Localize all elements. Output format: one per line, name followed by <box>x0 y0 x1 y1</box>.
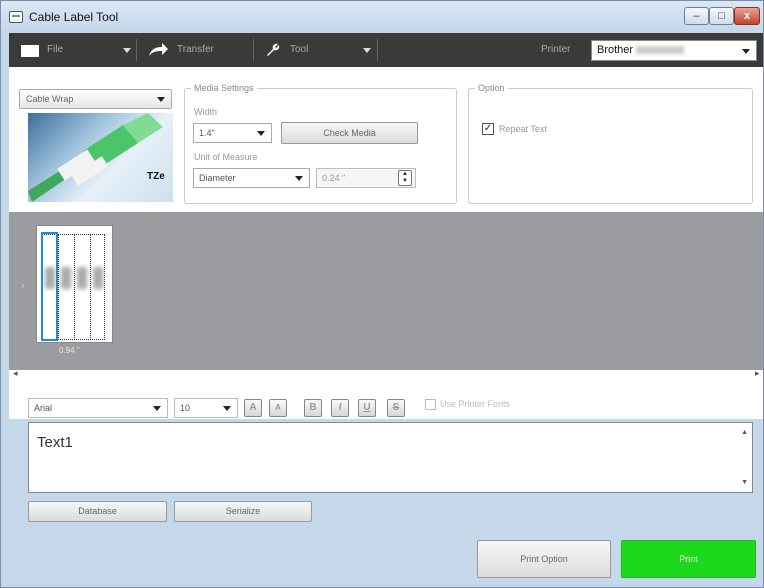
printer-select[interactable]: Brother <box>591 40 757 61</box>
tool-menu[interactable]: Tool <box>290 33 308 67</box>
printer-label: Printer <box>541 44 571 55</box>
tze-logo: TZe <box>147 171 165 182</box>
bold-button[interactable]: B <box>304 399 322 417</box>
font-size-select[interactable]: 10 <box>174 398 238 418</box>
print-option-button[interactable]: Print Option <box>477 540 611 578</box>
increase-font-button[interactable]: A <box>244 399 262 417</box>
unit-of-measure-label: Unit of Measure <box>194 152 258 162</box>
serialize-button[interactable]: Serialize <box>174 501 312 522</box>
label-text-blurred <box>93 267 103 289</box>
print-button[interactable]: Print <box>621 540 756 578</box>
toolbar-divider <box>136 39 137 61</box>
scroll-down-icon[interactable]: ▼ <box>741 479 748 486</box>
window-title: Cable Label Tool <box>29 10 119 24</box>
application-select[interactable]: Cable Wrap <box>19 89 172 109</box>
label-text-value: Text1 <box>37 434 73 451</box>
font-value: Arial <box>34 403 53 413</box>
label-column-divider <box>58 234 59 340</box>
scroll-left-icon[interactable]: ◂ <box>13 368 18 379</box>
repeat-text-label: Repeat Text <box>499 124 547 134</box>
database-button[interactable]: Database <box>28 501 167 522</box>
minimize-button[interactable]: – <box>684 7 709 25</box>
chevron-down-icon <box>295 176 303 181</box>
file-menu[interactable]: File <box>47 33 63 67</box>
toolbar-divider <box>253 39 254 61</box>
repeat-text-checkbox[interactable]: ✓ <box>482 123 494 135</box>
printer-value: Brother <box>597 44 634 56</box>
application-value: Cable Wrap <box>26 94 74 104</box>
arrow-cursor-icon: › <box>21 280 25 292</box>
cable-illustration <box>28 113 163 202</box>
media-settings-legend: Media Settings <box>194 83 254 93</box>
transfer-arrow-icon[interactable] <box>147 42 169 58</box>
label-text-blurred <box>61 267 71 289</box>
file-dropdown-icon[interactable] <box>123 48 131 53</box>
italic-button[interactable]: I <box>331 399 349 417</box>
label-column-divider <box>90 234 91 340</box>
transfer-menu[interactable]: Transfer <box>177 33 214 67</box>
toolbar-divider <box>377 39 378 61</box>
width-value: 1.4" <box>199 128 215 138</box>
spin-stepper-icon[interactable]: ▲ ▼ <box>398 170 412 186</box>
label-preview-area[interactable] <box>9 212 763 370</box>
font-select[interactable]: Arial <box>28 398 168 418</box>
chevron-down-icon <box>153 406 161 411</box>
title-bar: Cable Label Tool – □ x <box>1 1 763 33</box>
option-legend: Option <box>478 83 505 93</box>
horizontal-scrollbar[interactable] <box>9 370 763 387</box>
unit-value: Diameter <box>199 173 236 183</box>
chevron-down-icon <box>157 97 165 102</box>
file-icon[interactable] <box>21 45 39 57</box>
font-size-value: 10 <box>180 403 191 413</box>
toolbar: File Transfer Tool Printer Brother <box>9 33 763 67</box>
app-icon <box>9 11 23 23</box>
decrease-font-button[interactable]: A <box>269 399 287 417</box>
chevron-down-icon <box>742 49 750 54</box>
check-media-button[interactable]: Check Media <box>281 122 418 144</box>
printer-model-blurred <box>636 46 685 55</box>
scroll-up-icon[interactable]: ▲ <box>741 429 748 436</box>
strikethrough-button[interactable]: S <box>387 399 405 417</box>
underline-button[interactable]: U <box>358 399 376 417</box>
width-label: Width <box>194 107 218 117</box>
scroll-right-icon[interactable]: ▸ <box>755 368 760 379</box>
label-text-blurred <box>77 267 87 289</box>
app-window: Cable Label Tool – □ x File Transfer Too… <box>0 0 764 588</box>
chevron-down-icon <box>223 406 231 411</box>
option-group: Option <box>468 83 753 204</box>
label-size-caption: 0.94 " <box>59 346 80 355</box>
chevron-down-icon <box>257 131 265 136</box>
label-column-divider <box>74 234 75 340</box>
use-printer-fonts-label: Use Printer Fonts <box>440 399 511 409</box>
close-button[interactable]: x <box>734 7 760 25</box>
selected-text-block[interactable] <box>41 232 58 341</box>
tool-dropdown-icon[interactable] <box>363 48 371 53</box>
use-printer-fonts-checkbox[interactable] <box>425 399 436 410</box>
cable-wrap-image <box>28 113 173 202</box>
label-text-input[interactable]: Text1 ▲ ▼ <box>28 422 753 493</box>
width-select[interactable]: 1.4" <box>193 123 272 143</box>
unit-of-measure-select[interactable]: Diameter <box>193 168 310 188</box>
maximize-button[interactable]: □ <box>709 7 734 25</box>
wrench-icon[interactable] <box>265 42 281 58</box>
